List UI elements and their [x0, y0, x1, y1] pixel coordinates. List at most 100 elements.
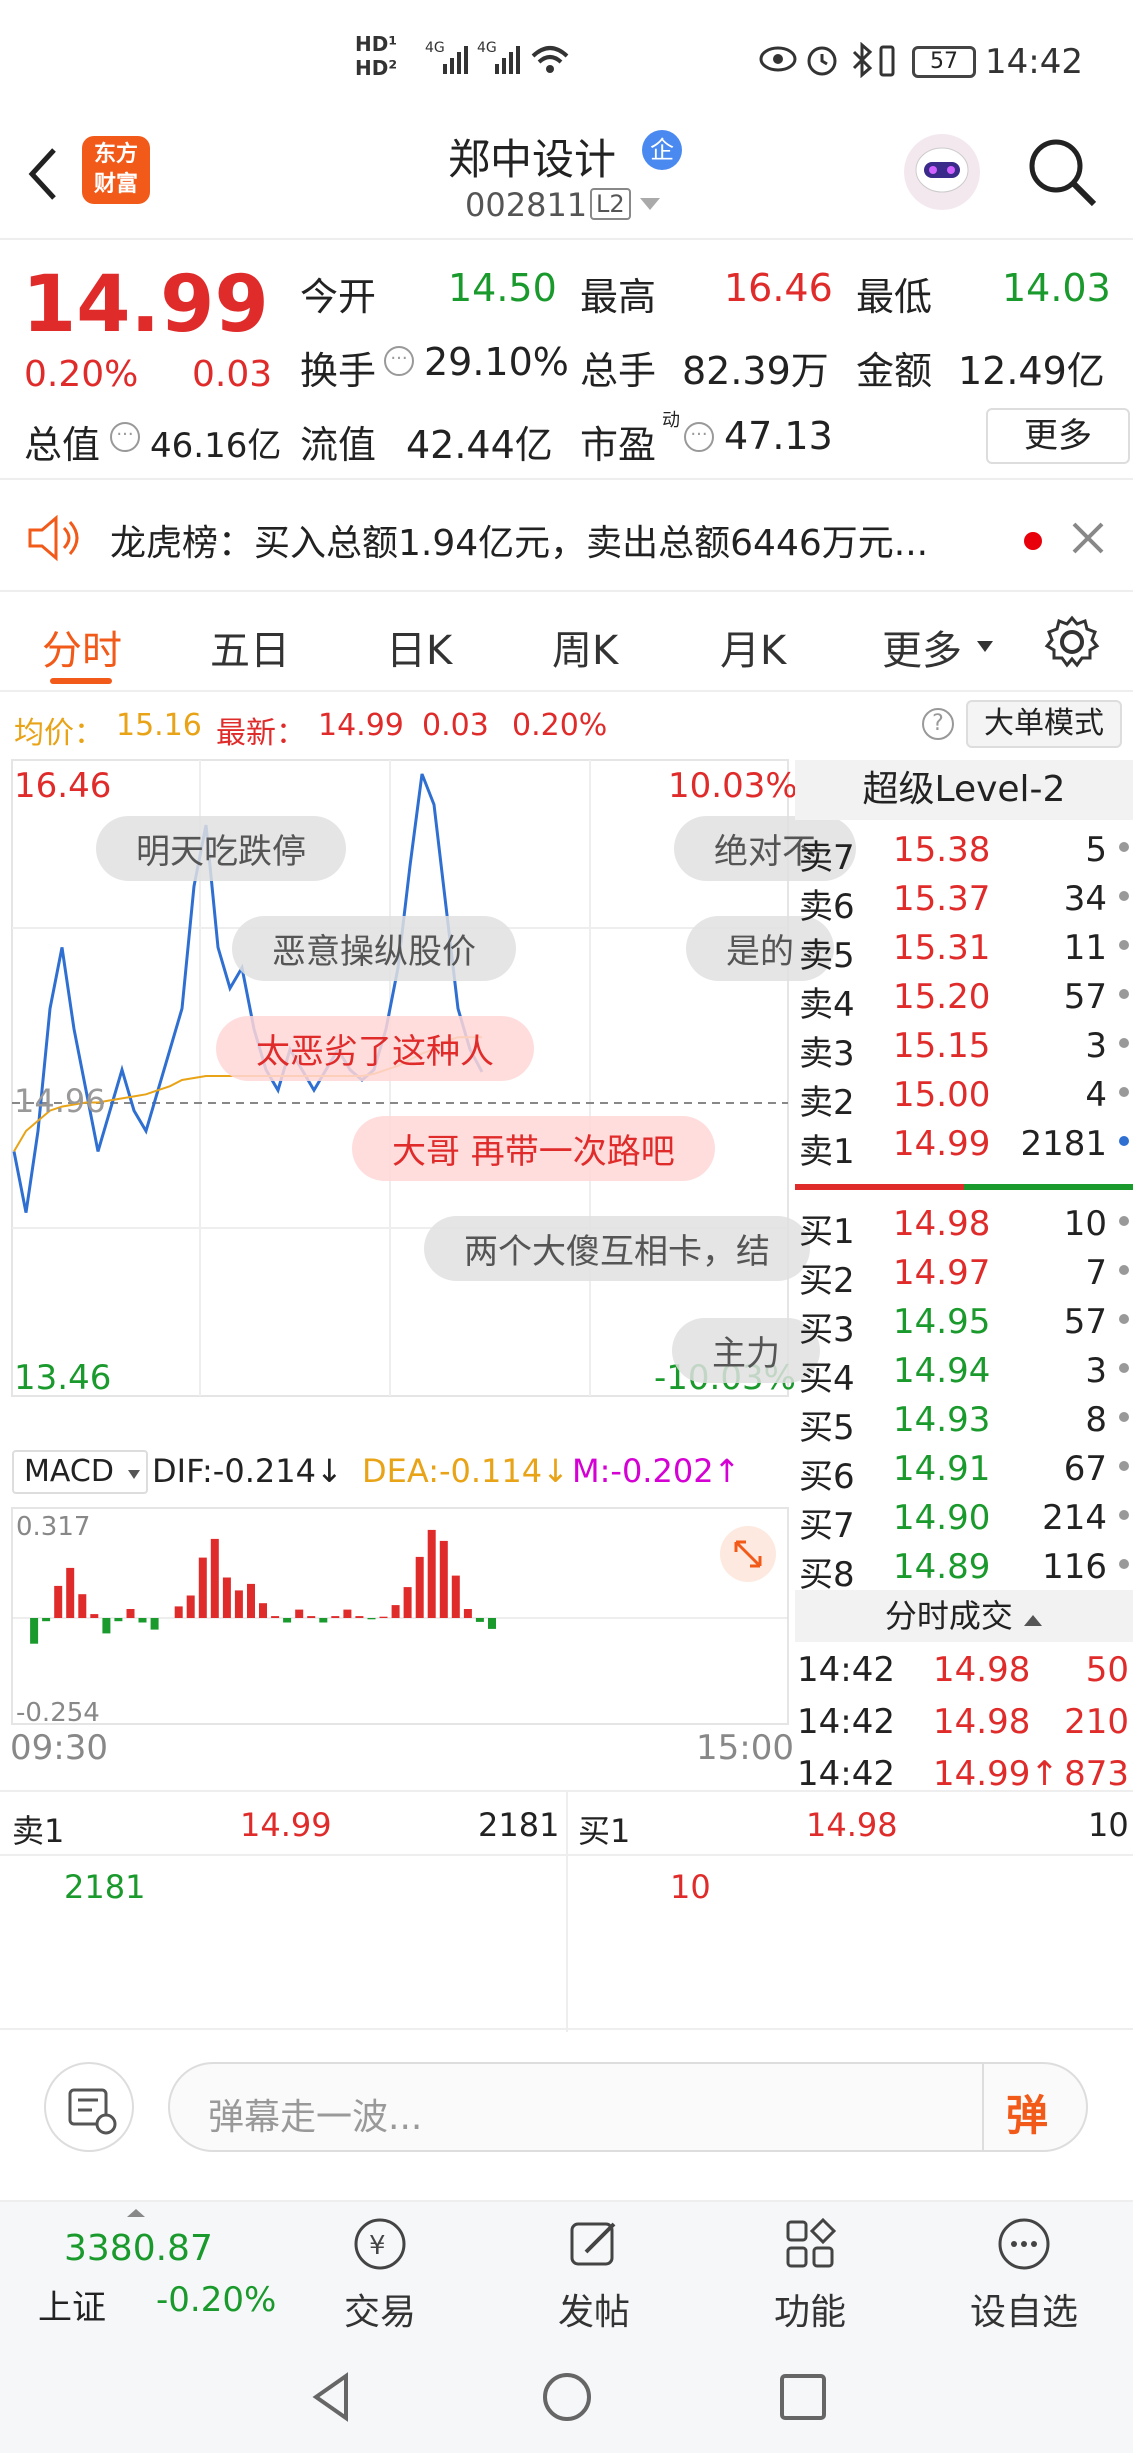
level1-buy-detail: 10: [670, 1868, 711, 1906]
danmu-send-button[interactable]: 弹: [1006, 2082, 1048, 2143]
ask-volume: 2181: [1020, 1124, 1107, 1164]
robot-assistant-icon[interactable]: [900, 130, 984, 214]
bid-row[interactable]: 买8 14.89 116: [795, 1543, 1133, 1595]
tab-more[interactable]: 更多: [882, 618, 962, 676]
volume-value: 82.39万: [682, 349, 829, 393]
turnover-info-icon[interactable]: ···: [384, 346, 414, 376]
trade-volume: 873: [1064, 1754, 1129, 1794]
ask-row[interactable]: 卖7 15.38 5: [795, 826, 1133, 878]
ask-price: 15.37: [893, 879, 991, 919]
bid-dot: [1119, 1461, 1129, 1471]
signal-icon: 4G 4G: [425, 40, 569, 74]
bid-price: 14.89: [893, 1547, 991, 1587]
macd-bar: [355, 1616, 364, 1618]
volume-label: 总手: [580, 349, 657, 393]
gear-icon[interactable]: [1044, 614, 1100, 670]
comment-input[interactable]: 弹幕走一波... 弹: [168, 2062, 1088, 2152]
ask-row[interactable]: 卖6 15.37 34: [795, 875, 1133, 927]
macd-bar: [126, 1609, 135, 1618]
bid-row[interactable]: 买4 14.94 3: [795, 1347, 1133, 1399]
expand-button[interactable]: [720, 1526, 776, 1582]
index-value[interactable]: 3380.87: [64, 2228, 213, 2269]
last-change: 0.03: [422, 708, 489, 743]
ask-row[interactable]: 卖2 15.00 4: [795, 1071, 1133, 1123]
ask-volume: 4: [1085, 1075, 1107, 1115]
ask-dot: [1119, 989, 1129, 999]
help-icon[interactable]: ?: [922, 708, 954, 740]
bid-row[interactable]: 买1 14.98 10: [795, 1200, 1133, 1252]
macd-bar: [78, 1594, 87, 1618]
back-triangle-icon[interactable]: [306, 2370, 356, 2424]
macd-bar: [138, 1618, 147, 1623]
chevron-up-icon: [1024, 1615, 1043, 1626]
market-level-badge[interactable]: L2: [590, 188, 631, 220]
ask-volume: 11: [1063, 928, 1107, 968]
market-cap-info-icon[interactable]: ···: [110, 422, 140, 452]
danmu-bubble: 太恶劣了这种人: [216, 1016, 534, 1081]
ask-row[interactable]: 卖3 15.15 3: [795, 1022, 1133, 1074]
more-button[interactable]: 更多: [986, 408, 1130, 464]
high-value: 16.46: [724, 266, 833, 310]
expand-icon: [734, 1540, 762, 1568]
tab-intraday[interactable]: 分时: [42, 618, 122, 676]
ask-row[interactable]: 卖4 15.20 57: [795, 973, 1133, 1025]
nav-function[interactable]: 功能: [750, 2214, 870, 2335]
macd-bar: [427, 1529, 436, 1618]
bid-row[interactable]: 买6 14.91 67: [795, 1445, 1133, 1497]
trade-icon: ¥: [354, 2218, 406, 2270]
macd-bar: [174, 1606, 183, 1618]
tab-daily-k[interactable]: 日K: [386, 618, 452, 676]
danmu-settings-icon: [68, 2088, 117, 2135]
bid-level: 买3: [799, 1310, 855, 1350]
recents-square-icon[interactable]: [776, 2370, 830, 2424]
ask-row[interactable]: 卖5 15.31 11: [795, 924, 1133, 976]
notice-bar[interactable]: 龙虎榜：买入总额1.94亿元，卖出总额6446万元...: [0, 482, 1133, 592]
level2-title[interactable]: 超级Level-2: [795, 760, 1133, 820]
bid-level: 买5: [799, 1408, 855, 1448]
trade-time: 14:42: [797, 1702, 895, 1742]
chevron-down-icon: [977, 641, 993, 652]
big-order-mode-button[interactable]: 大单模式: [966, 700, 1122, 748]
nav-post[interactable]: 发帖: [534, 2214, 654, 2335]
bid-dot: [1119, 1510, 1129, 1520]
level1-buy-volume: 10: [1088, 1806, 1129, 1844]
macd-bar: [403, 1587, 412, 1618]
trade-volume: 50: [1085, 1650, 1129, 1690]
index-change[interactable]: -0.20%: [156, 2280, 276, 2320]
intraday-chart[interactable]: 16.46 10.03% 14.96 13.46 -10.03% 明天吃跌停 绝…: [10, 758, 856, 1768]
tab-weekly-k[interactable]: 周K: [552, 618, 618, 676]
bid-row[interactable]: 买7 14.90 214: [795, 1494, 1133, 1546]
danmu-bubble: 恶意操纵股价: [232, 916, 516, 981]
nav-trade[interactable]: ¥ 交易: [320, 2214, 440, 2335]
dropdown-triangle-icon[interactable]: [638, 196, 662, 214]
bid-row[interactable]: 买5 14.93 8: [795, 1396, 1133, 1448]
macd-bar: [415, 1556, 424, 1618]
bid-row[interactable]: 买3 14.95 57: [795, 1298, 1133, 1350]
change-value: 0.03: [192, 354, 273, 395]
trades-list: 14:42 14.98 50 14:42 14.98 210 14:42 14.99↑ 873: [795, 1646, 1133, 1806]
search-icon[interactable]: [1024, 134, 1100, 210]
trade-row: 14:42 14.98 210: [795, 1698, 1133, 1746]
macd-indicator-select[interactable]: MACD: [12, 1450, 148, 1494]
bid-price: 14.95: [893, 1302, 991, 1342]
tab-five-day[interactable]: 五日: [210, 618, 290, 676]
bid-dot: [1119, 1216, 1129, 1226]
app-logo[interactable]: 东方 财富: [82, 136, 150, 204]
pe-superscript: 动: [662, 410, 680, 431]
back-arrow-icon[interactable]: [22, 144, 62, 204]
trades-header[interactable]: 分时成交: [795, 1590, 1133, 1642]
home-circle-icon[interactable]: [540, 2370, 594, 2424]
index-name[interactable]: 上证: [38, 2280, 106, 2329]
bid-volume: 10: [1063, 1204, 1107, 1244]
macd-bar: [102, 1618, 111, 1634]
close-icon[interactable]: [1070, 520, 1106, 556]
bid-row[interactable]: 买2 14.97 7: [795, 1249, 1133, 1301]
ask-row[interactable]: 卖1 14.99 2181: [795, 1120, 1133, 1172]
danmu-settings-button[interactable]: [44, 2062, 134, 2152]
tab-monthly-k[interactable]: 月K: [720, 618, 786, 676]
start-time: 09:30: [10, 1728, 108, 1768]
nav-watchlist[interactable]: 设自选: [964, 2214, 1084, 2335]
pe-info-icon[interactable]: ···: [684, 422, 714, 452]
ask-volume: 57: [1063, 977, 1107, 1017]
bid-dot: [1119, 1559, 1129, 1569]
